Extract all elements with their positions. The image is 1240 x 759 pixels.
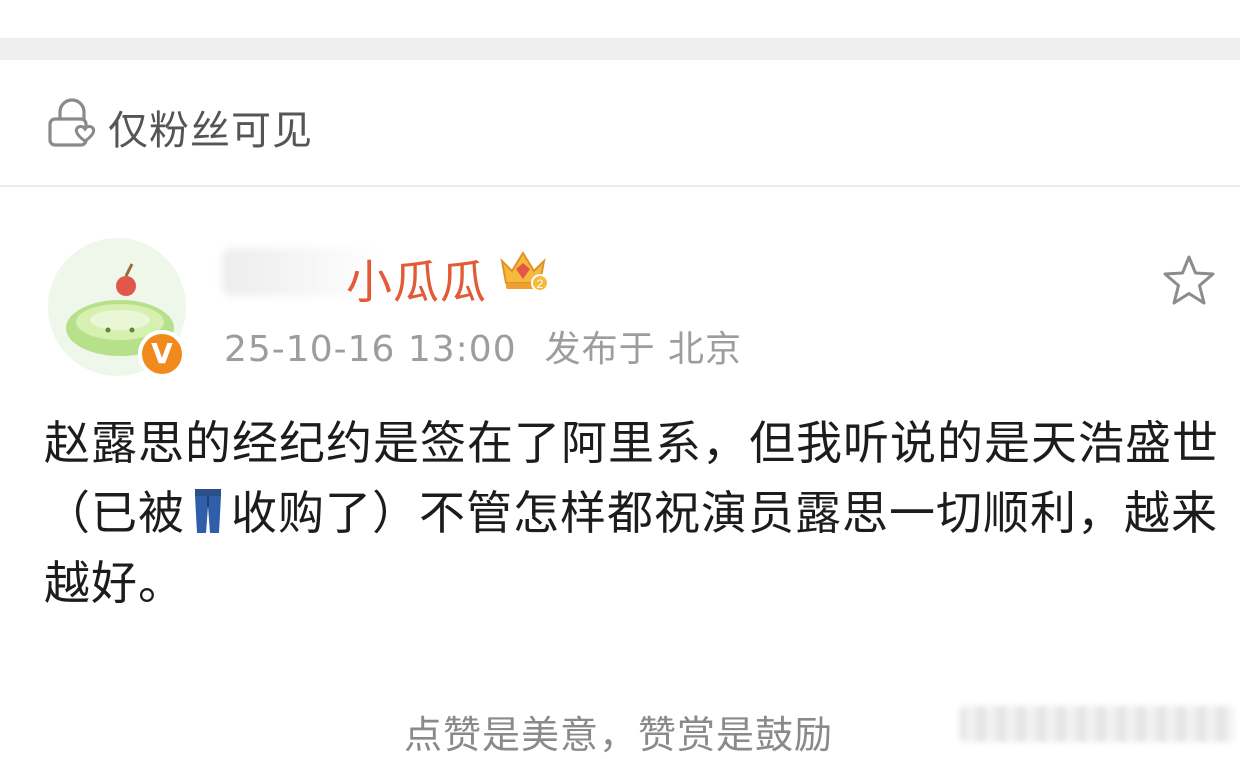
watermark-redaction [960,706,1234,742]
reward-prompt: 点赞是美意，赞赏是鼓励 [404,713,834,757]
star-icon[interactable] [1160,252,1218,310]
svg-text:2: 2 [537,277,544,291]
lock-heart-icon [48,98,96,147]
visibility-label: 仅粉丝可见 [108,108,313,154]
post-body: 赵露思的经纪约是签在了阿里系，但我听说的是天浩盛世（已被 收购了）不管怎样都祝演… [44,408,1224,618]
crown-level-icon: 2 [500,251,549,292]
post-meta: 25-10-16 13:00 发布于 北京 [224,320,742,372]
jeans-icon [195,489,221,533]
post-location: 发布于 北京 [544,329,743,370]
top-strip [0,0,1240,38]
author-name[interactable]: 小瓜瓜 [346,246,487,312]
section-divider [0,38,1240,60]
verified-badge: V [138,330,186,378]
post-timestamp: 25-10-16 13:00 [224,329,517,370]
